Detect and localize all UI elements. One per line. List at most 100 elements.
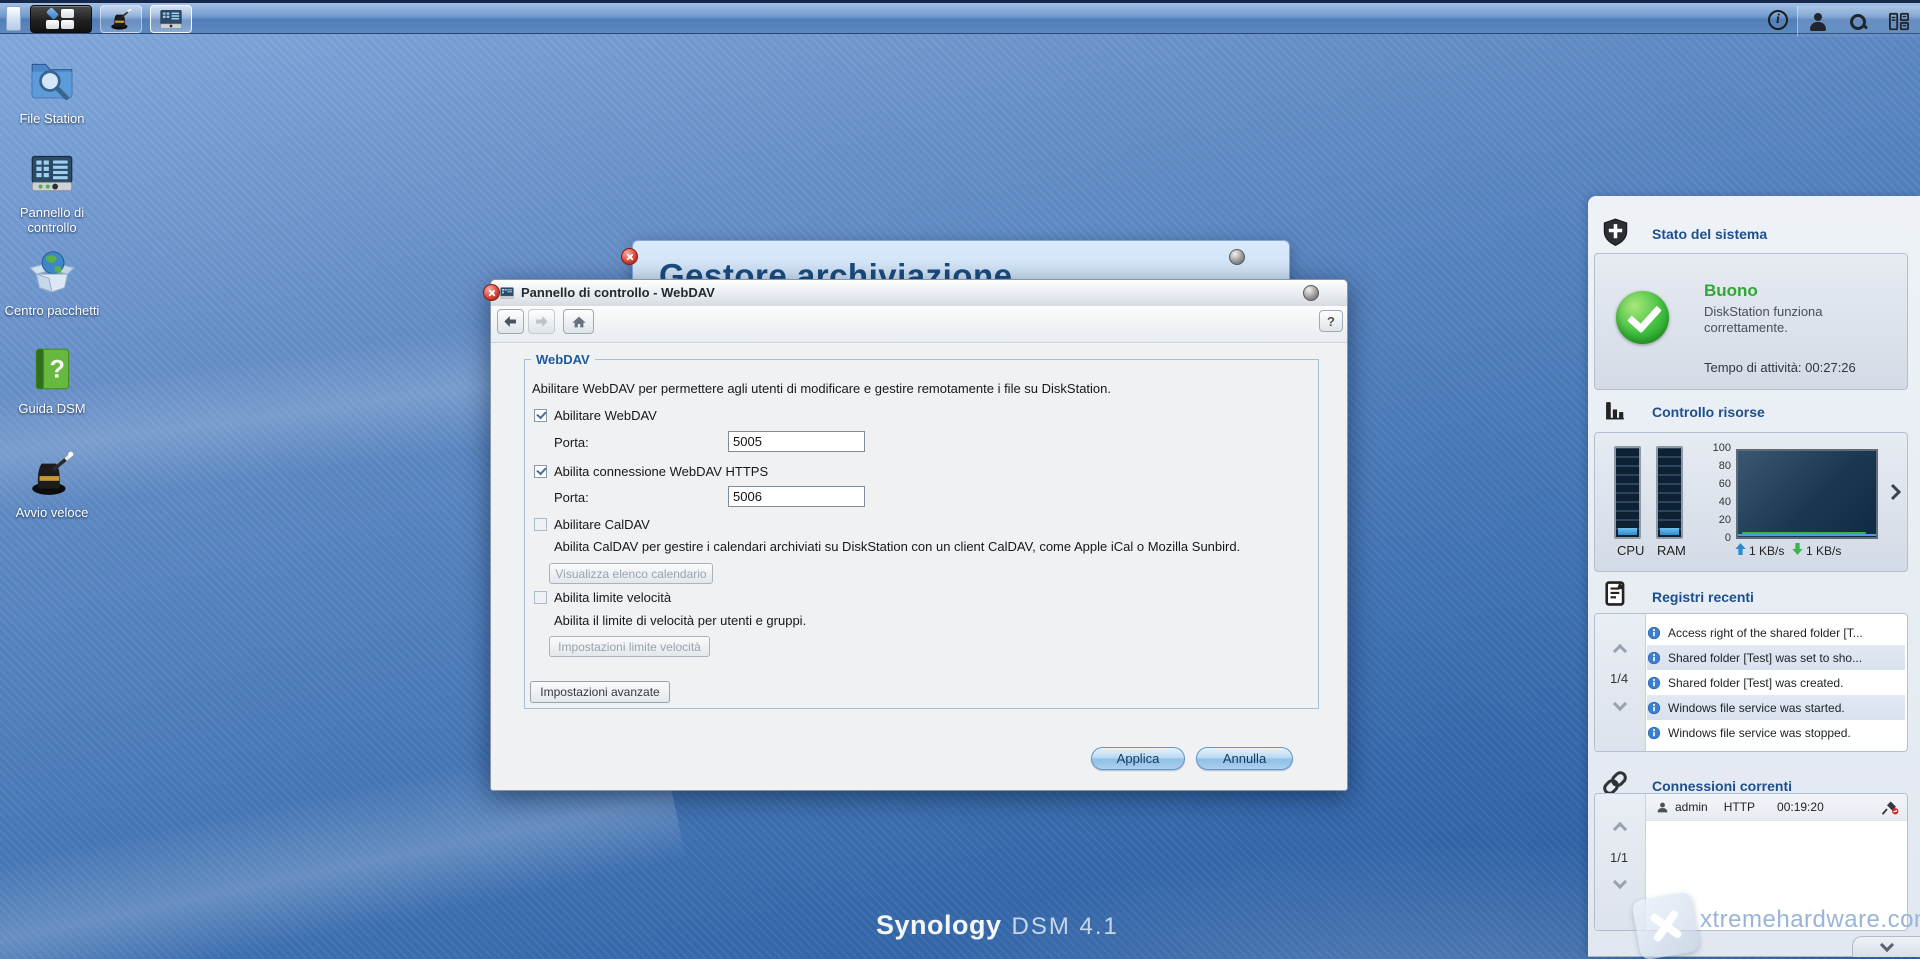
help-button[interactable]: ? xyxy=(1319,310,1343,332)
webdav-port-input[interactable] xyxy=(728,431,865,452)
show-desktop-button[interactable] xyxy=(6,6,21,31)
connection-row: admin HTTP 00:19:20 xyxy=(1646,794,1907,821)
quick-launch-button[interactable] xyxy=(100,5,142,33)
arrow-right-icon xyxy=(536,316,548,327)
logs-page-indicator: 1/4 xyxy=(1610,671,1629,686)
package-center-icon xyxy=(29,251,75,293)
enable-webdav-checkbox[interactable] xyxy=(534,409,547,422)
status-detail: DiskStation funziona correttamente. xyxy=(1704,304,1823,335)
upload-arrow-icon xyxy=(1735,543,1746,555)
expand-chevron-icon[interactable] xyxy=(1889,483,1901,501)
open-app-control-panel-button[interactable] xyxy=(150,5,192,33)
system-status-title: Stato del sistema xyxy=(1652,226,1768,242)
desktop-icon-dsm-help[interactable]: ? Guida DSM xyxy=(2,344,102,416)
log-text: Windows file service was started. xyxy=(1668,700,1845,715)
upload-speed: 1 KB/s xyxy=(1749,544,1785,558)
main-menu-icon xyxy=(46,7,76,29)
desktop-icon-label: Pannello di controllo xyxy=(19,205,85,235)
desktop-icon-control-panel[interactable]: Pannello di controllo xyxy=(2,148,102,235)
desktop-icon-file-station[interactable]: File Station xyxy=(2,54,102,126)
speed-limit-description: Abilita il limite di velocità per utenti… xyxy=(554,613,807,628)
desktop-icon-package-center[interactable]: Centro pacchetti xyxy=(2,246,102,318)
connections-card: 1/1 admin HTTP 00:19:20 xyxy=(1594,793,1908,931)
main-menu-button[interactable] xyxy=(30,5,92,33)
recent-logs-card: 1/4 Access right of the shared folder [T… xyxy=(1594,613,1908,752)
speed-limit-settings-button[interactable]: Impostazioni limite velocità xyxy=(549,636,710,657)
user-icon[interactable] xyxy=(1808,12,1828,32)
shield-icon xyxy=(1603,218,1628,246)
dialog-control-panel-webdav: Pannello di controllo - WebDAV ? WebDAV … xyxy=(483,279,1348,791)
back-button[interactable] xyxy=(497,309,524,334)
connections-title: Connessioni correnti xyxy=(1652,778,1793,794)
y-tick: 20 xyxy=(1718,514,1731,526)
arrow-left-icon xyxy=(504,316,516,327)
forward-button[interactable] xyxy=(528,309,555,334)
logs-pager: 1/4 xyxy=(1595,614,1646,751)
y-tick: 60 xyxy=(1718,478,1731,490)
download-line xyxy=(1742,532,1866,534)
page-up-icon[interactable] xyxy=(1612,643,1628,659)
diamond-icon xyxy=(46,7,59,20)
https-port-input[interactable] xyxy=(728,486,865,507)
enable-speed-limit-checkbox[interactable] xyxy=(534,591,547,604)
connections-pager: 1/1 xyxy=(1595,794,1646,930)
control-panel-icon xyxy=(500,287,514,299)
bar-chart-icon xyxy=(1606,402,1624,420)
log-document-icon xyxy=(1605,581,1625,606)
search-icon[interactable] xyxy=(1848,12,1868,32)
calendar-list-button[interactable]: Visualizza elenco calendario xyxy=(549,563,713,584)
widget-panel: Stato del sistema Buono DiskStation funz… xyxy=(1588,196,1920,957)
dsm-version-text: DSM 4.1 xyxy=(1011,913,1119,940)
enable-caldav-label: Abilitare CalDAV xyxy=(554,517,650,532)
system-status-card: Buono DiskStation funziona correttamente… xyxy=(1594,253,1908,390)
minimize-button[interactable] xyxy=(1303,285,1319,301)
recent-logs-title: Registri recenti xyxy=(1652,589,1754,605)
svg-text:?: ? xyxy=(50,355,65,383)
desktop-icon-quick-start[interactable]: Avvio veloce xyxy=(2,448,102,520)
cancel-button[interactable]: Annulla xyxy=(1196,747,1293,770)
taskbar: i xyxy=(0,0,1920,37)
page-up-icon[interactable] xyxy=(1612,821,1628,837)
enable-webdav-label: Abilitare WebDAV xyxy=(554,408,657,423)
log-text: Windows file service was stopped. xyxy=(1668,725,1851,740)
cpu-label: CPU xyxy=(1617,543,1645,558)
connections-page-indicator: 1/1 xyxy=(1610,850,1629,865)
home-button[interactable] xyxy=(563,309,594,334)
log-text: Shared folder [Test] was set to sho... xyxy=(1668,650,1863,665)
status-value: Buono xyxy=(1704,281,1758,300)
uptime: Tempo di attività: 00:27:26 xyxy=(1704,360,1856,375)
log-row: Access right of the shared folder [T... xyxy=(1647,620,1905,645)
resource-monitor-title: Controllo risorse xyxy=(1652,404,1765,420)
advanced-settings-button[interactable]: Impostazioni avanzate xyxy=(530,681,670,703)
disconnect-icon[interactable] xyxy=(1881,800,1899,815)
minimize-button[interactable] xyxy=(1229,249,1245,265)
webdav-port-label: Porta: xyxy=(554,435,589,450)
close-button[interactable] xyxy=(483,284,500,301)
resource-monitor-card: CPU RAM 100 80 60 40 20 0 1 KB/s 1 KB/s xyxy=(1594,432,1908,572)
enable-caldav-checkbox[interactable] xyxy=(534,518,547,531)
control-panel-device-icon xyxy=(31,155,73,192)
info-icon xyxy=(1647,626,1661,639)
enable-https-checkbox[interactable] xyxy=(534,465,547,478)
ram-label: RAM xyxy=(1657,543,1686,558)
folder-search-icon xyxy=(31,63,73,101)
user-icon xyxy=(1657,802,1668,812)
info-icon xyxy=(1647,701,1661,714)
widget-panel-collapse-tab[interactable] xyxy=(1852,936,1920,957)
page-down-icon[interactable] xyxy=(1612,696,1628,712)
download-arrow-icon xyxy=(1792,543,1803,555)
y-tick: 100 xyxy=(1712,442,1731,454)
info-icon[interactable]: i xyxy=(1768,10,1788,30)
apply-button[interactable]: Applica xyxy=(1091,747,1185,770)
dialog-titlebar[interactable]: Pannello di controllo - WebDAV xyxy=(483,280,1347,307)
close-button[interactable] xyxy=(621,248,638,265)
connection-user: admin xyxy=(1675,800,1708,814)
taskbar-right-group xyxy=(1797,6,1920,37)
page-down-icon[interactable] xyxy=(1612,874,1628,890)
y-tick: 40 xyxy=(1718,496,1731,508)
cpu-meter xyxy=(1614,446,1641,539)
desktop: i File Station Pannello di controllo Cen… xyxy=(0,0,1920,959)
dialog-toolbar xyxy=(491,306,1347,343)
magic-hat-icon xyxy=(32,451,74,495)
pilot-view-icon[interactable] xyxy=(1888,12,1910,32)
